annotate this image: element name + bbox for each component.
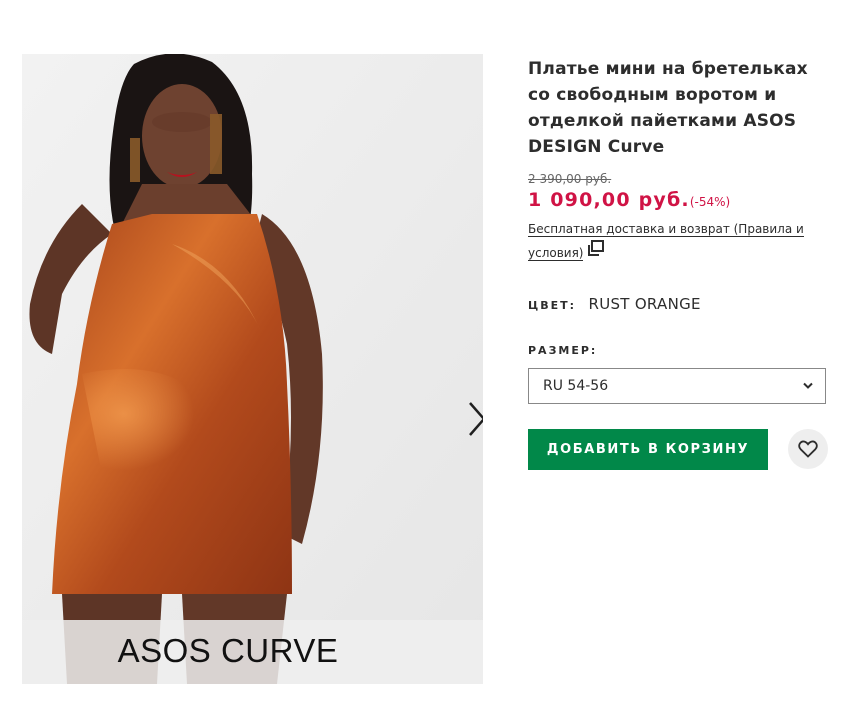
size-selected-value: RU 54-56 <box>543 377 609 394</box>
old-price: 2 390,00 руб. <box>528 172 612 186</box>
popup-window-icon[interactable] <box>587 239 605 264</box>
wishlist-button[interactable] <box>788 428 828 469</box>
current-price: 1 090,00 руб. <box>528 189 690 211</box>
product-image-gallery[interactable]: ASOS CURVE <box>22 54 483 684</box>
chevron-down-icon <box>803 382 813 389</box>
heart-icon <box>798 440 818 458</box>
size-label: РАЗМЕР: <box>528 343 598 357</box>
price-row: 1 090,00 руб.(-54%) <box>528 189 836 211</box>
size-select[interactable]: RU 54-56 <box>528 367 826 404</box>
product-info: Платье мини на бретельках со свободным в… <box>528 56 836 470</box>
color-label: ЦВЕТ: <box>528 298 577 312</box>
product-page: ASOS CURVE Платье мини на бретельках со … <box>0 0 864 726</box>
color-value: RUST ORANGE <box>588 294 701 313</box>
product-title: Платье мини на бретельках со свободным в… <box>528 59 808 157</box>
brand-banner: ASOS CURVE <box>22 620 483 684</box>
color-row: ЦВЕТ: RUST ORANGE <box>528 295 836 313</box>
chevron-right-icon <box>469 402 483 436</box>
add-to-bag-button[interactable]: ДОБАВИТЬ В КОРЗИНУ <box>528 428 768 470</box>
brand-banner-text: ASOS CURVE <box>117 632 339 669</box>
product-photo <box>22 54 483 684</box>
delivery-terms-link[interactable]: Бесплатная доставка и возврат (Правила и… <box>528 222 804 261</box>
discount-badge: (-54%) <box>689 195 731 209</box>
delivery-info: Бесплатная доставка и возврат (Правила и… <box>528 217 836 266</box>
actions-row: ДОБАВИТЬ В КОРЗИНУ <box>528 428 836 470</box>
next-image-button[interactable] <box>460 397 483 441</box>
size-section: РАЗМЕР: <box>528 339 836 358</box>
